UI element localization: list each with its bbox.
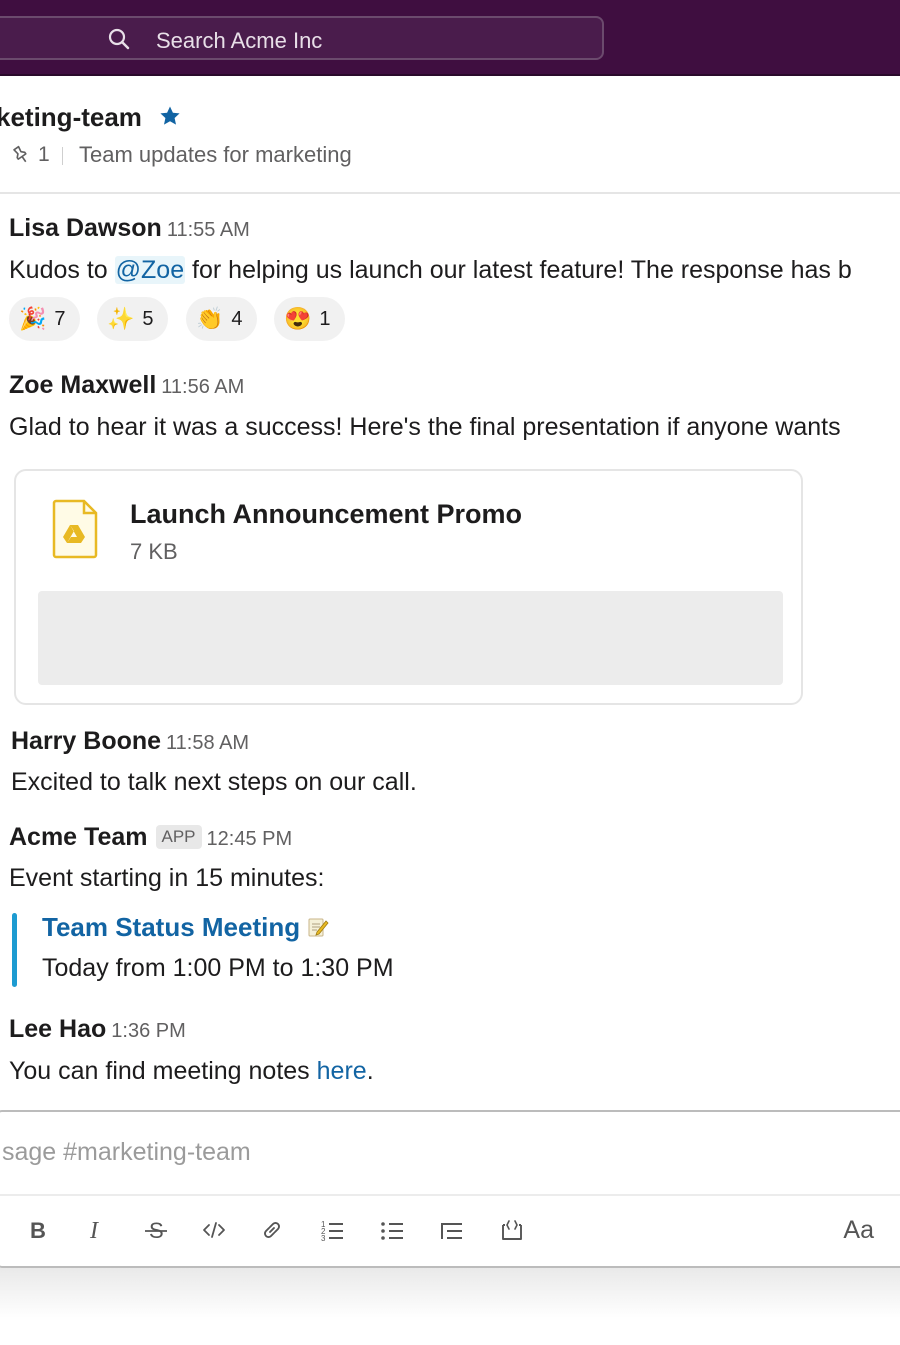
window-shadow — [0, 1268, 900, 1318]
bulleted-list-button[interactable] — [374, 1212, 410, 1248]
divider — [62, 147, 63, 165]
reaction-party[interactable]: 🎉 7 — [9, 297, 80, 341]
bulleted-list-icon — [381, 1222, 403, 1240]
sparkles-icon: ✨ — [107, 306, 135, 331]
strikethrough-button[interactable]: S — [138, 1212, 174, 1248]
file-attachment[interactable]: Launch Announcement Promo 7 KB — [14, 469, 803, 705]
event-title[interactable]: Team Status Meeting — [42, 912, 330, 943]
event-time: Today from 1:00 PM to 1:30 PM — [42, 954, 394, 982]
text-formatting-toggle[interactable]: Aa — [843, 1216, 874, 1245]
app-badge: APP — [155, 825, 202, 849]
reaction-count: 1 — [319, 307, 331, 330]
sender-name[interactable]: Zoe Maxwell — [9, 371, 156, 399]
reaction-sparkles[interactable]: ✨ 5 — [97, 297, 168, 341]
link-button[interactable] — [254, 1212, 290, 1248]
link-icon — [264, 1222, 280, 1238]
party-popper-icon: 🎉 — [19, 306, 47, 331]
sender-name[interactable]: Harry Boone — [11, 727, 161, 755]
heart-eyes-icon: 😍 — [284, 306, 312, 331]
ordered-list-button[interactable]: 123 — [314, 1212, 350, 1248]
timestamp[interactable]: 11:55 AM — [167, 219, 250, 241]
divider — [0, 1194, 900, 1196]
message-text: Event starting in 15 minutes: — [9, 864, 325, 892]
message-text: Glad to hear it was a success! Here's th… — [9, 413, 841, 441]
blockquote-button[interactable] — [434, 1212, 470, 1248]
message-text: Kudos to @Zoe for helping us launch our … — [9, 256, 852, 285]
channel-header: keting-team 1 Team updates for marketing — [0, 96, 900, 194]
file-size: 7 KB — [130, 539, 178, 564]
blockquote-icon — [441, 1223, 462, 1239]
channel-topic: Team updates for marketing — [79, 142, 352, 167]
memo-icon — [308, 918, 329, 937]
google-drive-file-icon — [52, 499, 98, 559]
search-input[interactable]: Search Acme Inc — [0, 16, 604, 60]
italic-button[interactable]: I — [78, 1212, 114, 1248]
search-placeholder: Search Acme Inc — [156, 28, 323, 53]
message-header: Zoe Maxwell 11:56 AM — [9, 371, 244, 400]
code-block-button[interactable] — [494, 1212, 530, 1248]
italic-icon: I — [89, 1218, 99, 1244]
pin-count[interactable]: 1 — [38, 143, 50, 167]
sender-name[interactable]: Acme Team — [9, 823, 148, 851]
timestamp[interactable]: 1:36 PM — [111, 1020, 185, 1042]
top-bar: Search Acme Inc — [0, 0, 900, 76]
bold-icon: B — [30, 1218, 46, 1243]
sender-name[interactable]: Lisa Dawson — [9, 214, 162, 242]
message-header: Lisa Dawson 11:55 AM — [9, 214, 250, 243]
message-header: Lee Hao 1:36 PM — [9, 1015, 186, 1044]
reaction-clap[interactable]: 👏 4 — [186, 297, 257, 341]
star-icon[interactable] — [158, 104, 182, 128]
message-text-part: Kudos to — [9, 256, 115, 284]
file-preview[interactable] — [38, 591, 783, 685]
timestamp[interactable]: 11:58 AM — [166, 732, 249, 754]
notes-link[interactable]: here — [317, 1057, 367, 1085]
bold-button[interactable]: B — [20, 1212, 56, 1248]
file-title[interactable]: Launch Announcement Promo — [130, 499, 522, 530]
event-title-text[interactable]: Team Status Meeting — [42, 912, 300, 942]
message-text-part: You can find meeting notes — [9, 1057, 317, 1085]
timestamp[interactable]: 12:45 PM — [207, 828, 293, 850]
clapping-hands-icon: 👏 — [196, 306, 224, 331]
reaction-count: 4 — [231, 307, 243, 330]
strikethrough-icon: S — [145, 1218, 167, 1243]
message-header: Harry Boone 11:58 AM — [11, 727, 249, 756]
message-text-part: . — [366, 1057, 374, 1085]
reaction-heart-eyes[interactable]: 😍 1 — [274, 297, 345, 341]
code-icon — [203, 1222, 225, 1238]
sender-name[interactable]: Lee Hao — [9, 1015, 106, 1043]
message-text-part: for helping us launch our latest feature… — [185, 256, 852, 284]
search-icon — [108, 28, 130, 50]
svg-text:I: I — [89, 1218, 99, 1244]
svg-text:3: 3 — [321, 1234, 326, 1243]
ordered-list-icon: 123 — [321, 1220, 343, 1243]
timestamp[interactable]: 11:56 AM — [161, 376, 244, 398]
message-text: Excited to talk next steps on our call. — [11, 768, 417, 796]
message-composer: sage #marketing-team B I S 123 Aa — [0, 1110, 900, 1268]
attachment-accent-bar — [12, 913, 17, 987]
message-text: You can find meeting notes here. — [9, 1057, 374, 1086]
user-mention[interactable]: @Zoe — [114, 256, 186, 284]
channel-name[interactable]: keting-team — [0, 102, 142, 133]
svg-text:B: B — [30, 1218, 46, 1243]
code-button[interactable] — [196, 1212, 232, 1248]
reaction-count: 5 — [142, 307, 154, 330]
message-input[interactable]: sage #marketing-team — [2, 1138, 251, 1167]
message-header: Acme Team APP 12:45 PM — [9, 823, 292, 852]
reaction-count: 7 — [54, 307, 66, 330]
code-block-icon — [502, 1220, 522, 1240]
pin-icon[interactable] — [10, 144, 32, 166]
